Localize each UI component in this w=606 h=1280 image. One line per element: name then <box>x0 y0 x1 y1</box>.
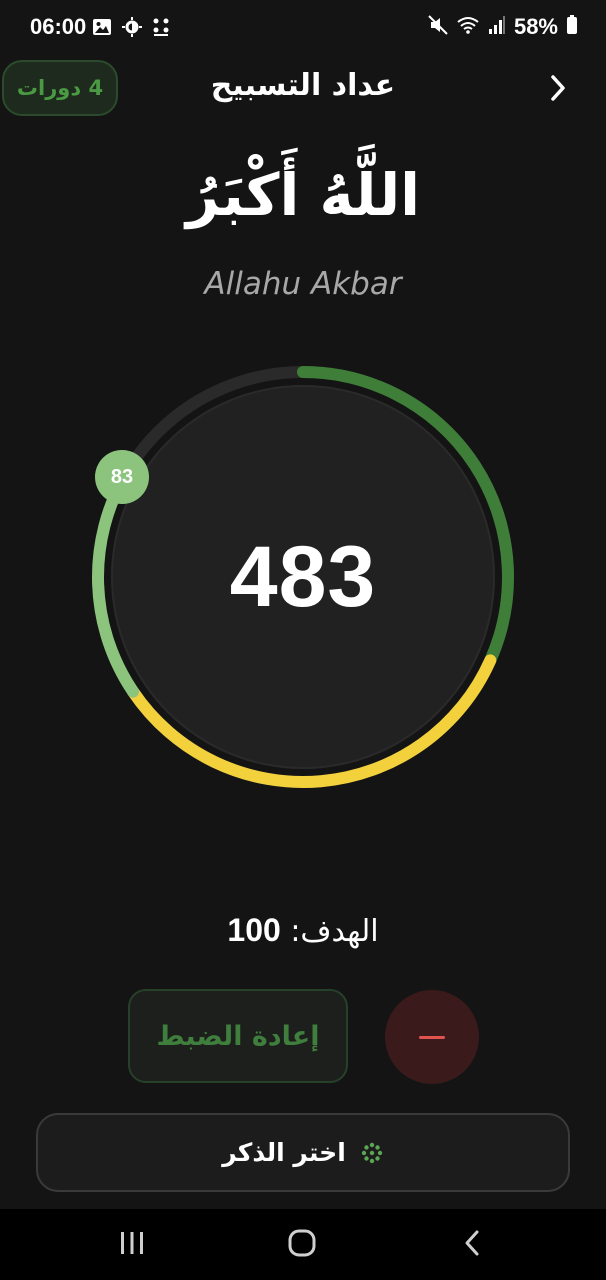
dhikr-arabic: اللَّهُ أَكْبَرُ <box>185 161 421 229</box>
target-line: الهدف: 100 <box>0 912 606 949</box>
status-left-icons <box>92 17 170 41</box>
recents-icon <box>119 1231 145 1259</box>
status-time: 06:00 <box>30 14 87 39</box>
counter-total: 483 <box>229 528 377 625</box>
tasbih-counter-screen: 06:00 58% 4 دورات عداد التسبيح اللَّهُ أ… <box>0 0 606 1280</box>
beads-icon <box>360 1141 384 1165</box>
mute-icon <box>428 15 448 39</box>
minus-icon <box>419 1035 445 1039</box>
counter-tap-button[interactable]: 483 <box>111 385 495 769</box>
battery-icon <box>566 15 578 39</box>
home-button[interactable] <box>282 1227 322 1263</box>
choose-dhikr-button[interactable]: اختر الذكر <box>36 1113 570 1192</box>
home-icon <box>288 1229 316 1261</box>
decrement-button[interactable] <box>385 990 479 1084</box>
page-title: عداد التسبيح <box>210 68 396 103</box>
recents-button[interactable] <box>112 1227 152 1263</box>
brightness-icon <box>122 17 142 41</box>
image-icon <box>92 18 112 40</box>
header: 4 دورات عداد التسبيح <box>0 56 606 122</box>
wifi-icon <box>456 15 480 39</box>
chevron-right-icon <box>548 73 568 107</box>
dots-icon <box>152 17 170 41</box>
system-nav-bar <box>0 1209 606 1280</box>
back-icon <box>462 1229 482 1261</box>
back-button[interactable] <box>538 70 578 110</box>
dhikr-transliteration: Allahu Akbar <box>204 266 402 302</box>
choose-dhikr-label: اختر الذكر <box>222 1138 346 1167</box>
status-right-icons: 58% <box>428 14 578 40</box>
reset-button[interactable]: إعادة الضبط <box>128 989 348 1083</box>
battery-percent: 58% <box>513 14 558 39</box>
target-value: 100 <box>227 912 281 948</box>
target-label: الهدف: <box>290 914 379 949</box>
status-bar: 06:00 58% <box>0 0 606 56</box>
signal-icon <box>488 15 506 39</box>
nav-back-button[interactable] <box>452 1227 492 1263</box>
